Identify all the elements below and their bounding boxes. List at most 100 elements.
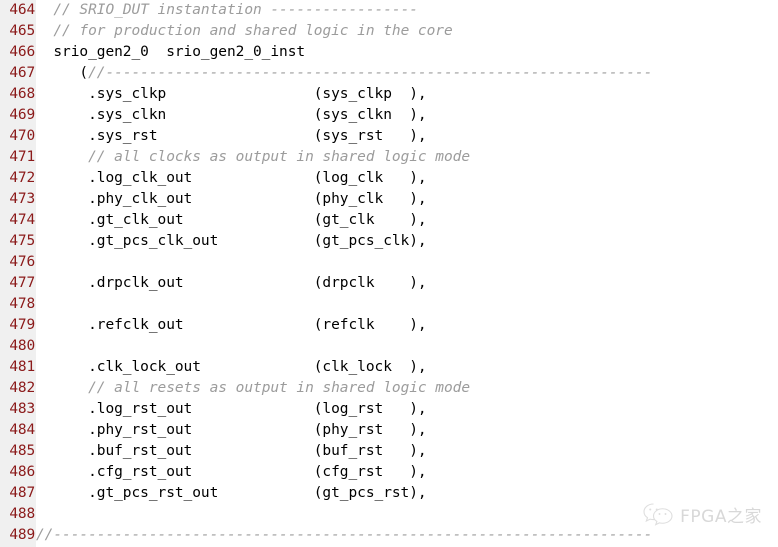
line-number: 464 bbox=[9, 2, 35, 18]
code-line-text[interactable]: .clk_lock_out (clk_lock ), bbox=[36, 357, 778, 378]
code-line[interactable]: 489//-----------------------------------… bbox=[0, 525, 778, 546]
code-line[interactable]: 468 .sys_clkp (sys_clkp ), bbox=[0, 84, 778, 105]
code-line[interactable]: 470 .sys_rst (sys_rst ), bbox=[0, 126, 778, 147]
line-number: 475 bbox=[9, 233, 35, 249]
code-line-text[interactable]: .gt_pcs_clk_out (gt_pcs_clk), bbox=[36, 231, 778, 252]
line-number: 474 bbox=[9, 212, 35, 228]
line-number: 465 bbox=[9, 23, 35, 39]
line-number: 477 bbox=[9, 275, 35, 291]
code-line[interactable]: 485 .buf_rst_out (buf_rst ), bbox=[0, 441, 778, 462]
line-number: 469 bbox=[9, 107, 35, 123]
code-line[interactable]: 478 bbox=[0, 294, 778, 315]
code-token: .sys_clkp (sys_clkp ), bbox=[36, 86, 427, 102]
code-line-text[interactable]: // SRIO_DUT instantation ---------------… bbox=[36, 0, 778, 21]
code-line[interactable]: 465 // for production and shared logic i… bbox=[0, 21, 778, 42]
code-line[interactable]: 466 srio_gen2_0 srio_gen2_0_inst bbox=[0, 42, 778, 63]
code-comment: // all resets as output in shared logic … bbox=[88, 380, 471, 396]
code-line-text[interactable]: //--------------------------------------… bbox=[36, 525, 778, 546]
code-comment: // all clocks as output in shared logic … bbox=[88, 149, 471, 165]
code-line[interactable]: 474 .gt_clk_out (gt_clk ), bbox=[0, 210, 778, 231]
line-number: 488 bbox=[9, 506, 35, 522]
code-content[interactable]: 464 // SRIO_DUT instantation -----------… bbox=[0, 0, 778, 546]
code-comment: //--------------------------------------… bbox=[88, 65, 653, 81]
code-comment: //--------------------------------------… bbox=[36, 527, 653, 543]
code-line-text[interactable]: // for production and shared logic in th… bbox=[36, 21, 778, 42]
code-line[interactable]: 475 .gt_pcs_clk_out (gt_pcs_clk), bbox=[0, 231, 778, 252]
code-token: .sys_clkn (sys_clkn ), bbox=[36, 107, 427, 123]
code-line[interactable]: 487 .gt_pcs_rst_out (gt_pcs_rst), bbox=[0, 483, 778, 504]
code-token: .clk_lock_out (clk_lock ), bbox=[36, 359, 427, 375]
line-number: 482 bbox=[9, 380, 35, 396]
code-line[interactable]: 477 .drpclk_out (drpclk ), bbox=[0, 273, 778, 294]
line-number: 486 bbox=[9, 464, 35, 480]
code-line-text[interactable]: .cfg_rst_out (cfg_rst ), bbox=[36, 462, 778, 483]
code-line[interactable]: 482 // all resets as output in shared lo… bbox=[0, 378, 778, 399]
code-line-text[interactable]: .buf_rst_out (buf_rst ), bbox=[36, 441, 778, 462]
code-line-text[interactable]: .refclk_out (refclk ), bbox=[36, 315, 778, 336]
line-number: 481 bbox=[9, 359, 35, 375]
code-line-text[interactable]: .log_clk_out (log_clk ), bbox=[36, 168, 778, 189]
code-token: .cfg_rst_out (cfg_rst ), bbox=[36, 464, 427, 480]
code-line-text[interactable]: .log_rst_out (log_rst ), bbox=[36, 399, 778, 420]
line-number: 472 bbox=[9, 170, 35, 186]
code-line-text[interactable] bbox=[36, 252, 778, 273]
code-token: .log_rst_out (log_rst ), bbox=[36, 401, 427, 417]
code-line-text[interactable]: .phy_rst_out (phy_rst ), bbox=[36, 420, 778, 441]
code-line-text[interactable] bbox=[36, 294, 778, 315]
code-line-text[interactable]: .sys_rst (sys_rst ), bbox=[36, 126, 778, 147]
code-comment: // SRIO_DUT instantation ---------------… bbox=[53, 2, 418, 18]
code-line-text[interactable]: .gt_clk_out (gt_clk ), bbox=[36, 210, 778, 231]
code-editor[interactable]: 464 // SRIO_DUT instantation -----------… bbox=[0, 0, 778, 547]
code-token: .sys_rst (sys_rst ), bbox=[36, 128, 427, 144]
line-number: 467 bbox=[9, 65, 35, 81]
line-number: 487 bbox=[9, 485, 35, 501]
line-number: 476 bbox=[9, 254, 35, 270]
line-number: 489 bbox=[9, 527, 35, 543]
line-number: 471 bbox=[9, 149, 35, 165]
code-line-text[interactable]: .gt_pcs_rst_out (gt_pcs_rst), bbox=[36, 483, 778, 504]
code-token: .drpclk_out (drpclk ), bbox=[36, 275, 427, 291]
code-line-text[interactable]: .sys_clkn (sys_clkn ), bbox=[36, 105, 778, 126]
line-number: 480 bbox=[9, 338, 35, 354]
code-line[interactable]: 469 .sys_clkn (sys_clkn ), bbox=[0, 105, 778, 126]
line-number: 483 bbox=[9, 401, 35, 417]
code-line[interactable]: 481 .clk_lock_out (clk_lock ), bbox=[0, 357, 778, 378]
code-line[interactable]: 476 bbox=[0, 252, 778, 273]
code-line[interactable]: 486 .cfg_rst_out (cfg_rst ), bbox=[0, 462, 778, 483]
code-comment: // for production and shared logic in th… bbox=[53, 23, 453, 39]
code-line-text[interactable]: srio_gen2_0 srio_gen2_0_inst bbox=[36, 42, 778, 63]
code-line-text[interactable]: .phy_clk_out (phy_clk ), bbox=[36, 189, 778, 210]
code-line[interactable]: 464 // SRIO_DUT instantation -----------… bbox=[0, 0, 778, 21]
code-line-text[interactable]: // all resets as output in shared logic … bbox=[36, 378, 778, 399]
code-line[interactable]: 480 bbox=[0, 336, 778, 357]
code-line[interactable]: 483 .log_rst_out (log_rst ), bbox=[0, 399, 778, 420]
code-line-text[interactable]: (//-------------------------------------… bbox=[36, 63, 778, 84]
line-number: 485 bbox=[9, 443, 35, 459]
code-line[interactable]: 472 .log_clk_out (log_clk ), bbox=[0, 168, 778, 189]
line-number: 479 bbox=[9, 317, 35, 333]
code-token: .phy_clk_out (phy_clk ), bbox=[36, 191, 427, 207]
code-token: .log_clk_out (log_clk ), bbox=[36, 170, 427, 186]
line-number: 470 bbox=[9, 128, 35, 144]
code-line[interactable]: 471 // all clocks as output in shared lo… bbox=[0, 147, 778, 168]
code-line[interactable]: 473 .phy_clk_out (phy_clk ), bbox=[0, 189, 778, 210]
code-line[interactable]: 488 bbox=[0, 504, 778, 525]
code-token: .gt_pcs_rst_out (gt_pcs_rst), bbox=[36, 485, 427, 501]
code-line-text[interactable] bbox=[36, 504, 778, 525]
code-line-text[interactable]: // all clocks as output in shared logic … bbox=[36, 147, 778, 168]
line-number: 478 bbox=[9, 296, 35, 312]
code-line-text[interactable]: .sys_clkp (sys_clkp ), bbox=[36, 84, 778, 105]
code-line[interactable]: 467 (//---------------------------------… bbox=[0, 63, 778, 84]
code-token: .gt_pcs_clk_out (gt_pcs_clk), bbox=[36, 233, 427, 249]
code-line[interactable]: 479 .refclk_out (refclk ), bbox=[0, 315, 778, 336]
code-line-text[interactable]: .drpclk_out (drpclk ), bbox=[36, 273, 778, 294]
line-number: 473 bbox=[9, 191, 35, 207]
code-line-text[interactable] bbox=[36, 336, 778, 357]
code-token: .refclk_out (refclk ), bbox=[36, 317, 427, 333]
code-line[interactable]: 484 .phy_rst_out (phy_rst ), bbox=[0, 420, 778, 441]
line-number: 466 bbox=[9, 44, 35, 60]
